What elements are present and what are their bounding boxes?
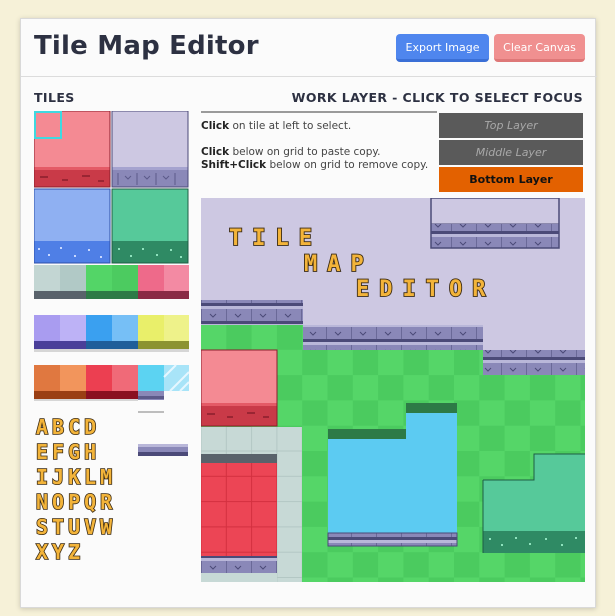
- pale-ground-bottom: [201, 573, 277, 582]
- tile-red-block[interactable]: [34, 111, 111, 188]
- tiles-heading: TILES: [34, 90, 75, 105]
- dark-ledge: [201, 454, 277, 463]
- pink-block: [201, 349, 278, 427]
- stone-ledge-right: [483, 350, 585, 375]
- tile-map-editor-panel: Tile Map Editor Export Image Clear Canva…: [20, 18, 597, 608]
- canvas-title-line-2: MAP: [304, 252, 374, 277]
- alphabet-row-1: ABCD: [36, 415, 100, 439]
- instruction-remove: Shift+Click below on grid to remove copy…: [201, 159, 429, 171]
- stone-ledge-middle: [303, 325, 483, 350]
- top-layer-button[interactable]: Top Layer: [439, 113, 583, 138]
- instruction-paste: Click below on grid to paste copy.: [201, 146, 381, 158]
- alphabet-row-6: XYZ: [36, 540, 84, 564]
- alphabet-glyphs[interactable]: ABCD EFGH IJKLM NOPQR STUVW XYZ: [35, 414, 116, 565]
- red-brick-area: [201, 463, 277, 556]
- tile-blue-block[interactable]: [34, 188, 111, 264]
- tile-row-colors[interactable]: [34, 315, 189, 352]
- stone-ledge-left: [201, 300, 303, 325]
- stone-ledge-bottom-left: [201, 556, 277, 573]
- clear-canvas-button[interactable]: Clear Canvas: [494, 34, 585, 62]
- tile-sheet[interactable]: ABCD EFGH IJKLM NOPQR STUVW XYZ: [34, 111, 189, 571]
- pale-ground-column: [277, 427, 302, 582]
- floating-stone-block: [430, 198, 560, 249]
- map-canvas[interactable]: TILE MAP EDITOR: [201, 198, 585, 582]
- export-image-button[interactable]: Export Image: [396, 34, 489, 62]
- work-layer-heading: WORK LAYER - CLICK TO SELECT FOCUS: [291, 90, 583, 105]
- instructions: Click on tile at left to select. Click b…: [201, 111, 437, 172]
- instruction-select: Click on tile at left to select.: [201, 120, 352, 132]
- header: Tile Map Editor Export Image Clear Canva…: [21, 19, 597, 77]
- canvas-title-line-3: EDITOR: [356, 277, 495, 302]
- bottom-layer-button[interactable]: Bottom Layer: [439, 167, 583, 192]
- tile-stone-pieces[interactable]: [138, 391, 188, 456]
- canvas-title-line-1: TILE: [229, 226, 322, 251]
- tile-lavender-block[interactable]: [111, 111, 189, 188]
- alphabet-row-5: STUVW: [36, 515, 116, 539]
- tile-teal-block[interactable]: [111, 188, 189, 264]
- alphabet-row-4: NOPQR: [36, 490, 116, 514]
- page-title: Tile Map Editor: [34, 31, 259, 61]
- tile-row-warm[interactable]: [34, 364, 189, 401]
- middle-layer-button[interactable]: Middle Layer: [439, 140, 583, 165]
- alphabet-row-2: EFGH: [36, 440, 100, 464]
- tile-row-ground[interactable]: [34, 265, 189, 299]
- alphabet-row-3: IJKLM: [36, 465, 116, 489]
